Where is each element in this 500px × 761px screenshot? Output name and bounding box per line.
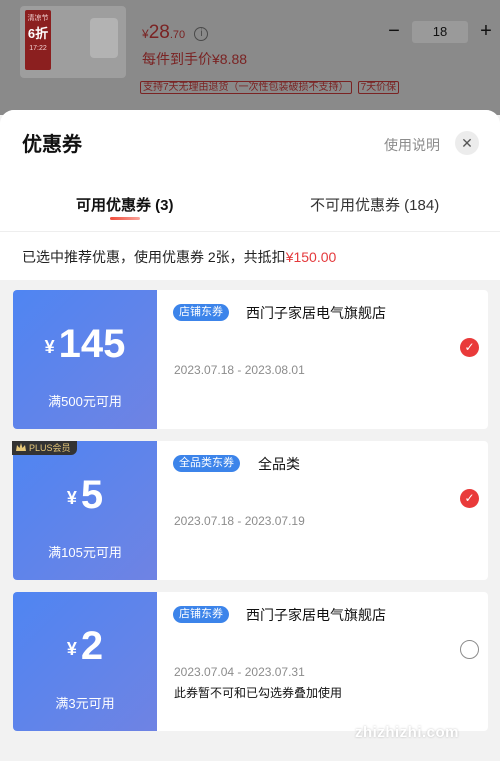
coupon-amount: 145: [58, 322, 126, 366]
info-icon[interactable]: i: [194, 27, 209, 41]
coupon-currency: ¥: [44, 337, 55, 357]
coupon-card[interactable]: ¥5 满105元可用 全品类东券 全品类 2023.07.18 - 2023.0…: [13, 441, 488, 580]
coupon-value: ¥5: [13, 473, 157, 518]
close-button[interactable]: ✕: [455, 131, 479, 155]
socket-image: [90, 18, 118, 58]
coupon-condition: 满105元可用: [48, 545, 122, 560]
summary-text: 已选中推荐优惠，使用优惠券 2张，共抵扣: [22, 249, 286, 265]
promo-tag-discount: 6折: [27, 26, 49, 41]
price-integer: 28: [148, 22, 170, 43]
coupon-value-panel: ¥2 满3元可用: [13, 592, 157, 731]
discount-summary: 已选中推荐优惠，使用优惠券 2张，共抵扣¥150.00: [0, 231, 500, 280]
product-thumbnail[interactable]: 清凉节 6折 17:22: [20, 6, 126, 78]
coupon-validity: 2023.07.18 - 2023.08.01: [174, 363, 305, 377]
watermark: zhizhizhi.com: [355, 682, 495, 741]
coupon-condition: 满500元可用: [48, 394, 122, 409]
unchecked-icon[interactable]: [460, 640, 479, 659]
coupon-amount: 2: [80, 624, 104, 668]
plus-member-label: PLUS会员: [29, 443, 71, 453]
coupon-validity: 2023.07.04 - 2023.07.31: [174, 665, 305, 679]
quantity-stepper: − 18 +: [382, 20, 498, 43]
quantity-input[interactable]: 18: [412, 20, 468, 43]
return-policy-tag: 支持7天无理由退货（一次性包装破损不支持）: [140, 81, 352, 94]
promo-tag: 清凉节 6折 17:22: [25, 10, 51, 70]
decrease-button[interactable]: −: [382, 20, 406, 43]
coupon-currency: ¥: [66, 639, 77, 659]
coupon-conflict-note: 此券暂不可和已勾选券叠加使用: [174, 686, 343, 700]
product-header: 清凉节 6折 17:22 ¥28.70 i 每件到手价¥8.88 支持7天无理由…: [0, 0, 500, 115]
promo-tag-date: 17:22: [29, 45, 47, 52]
tab-unavailable[interactable]: 不可用优惠券 (184): [310, 194, 439, 215]
coupon-value: ¥2: [13, 624, 157, 669]
watermark-logo: [355, 682, 495, 722]
summary-amount: ¥150.00: [285, 249, 337, 265]
tab-available[interactable]: 可用优惠券 (3): [76, 194, 174, 215]
watermark-text: zhizhizhi.com: [355, 724, 459, 741]
coupon-condition: 满3元可用: [55, 696, 115, 711]
checked-icon[interactable]: ✓: [460, 489, 479, 508]
usage-instructions-link[interactable]: 使用说明: [384, 135, 440, 155]
coupon-type-badge: 全品类东券: [173, 455, 240, 472]
coupon-value: ¥145: [13, 322, 157, 367]
coupon-currency: ¥: [66, 488, 77, 508]
coupon-type-badge: 店铺东券: [173, 606, 229, 623]
per-unit-price: 每件到手价¥8.88: [142, 51, 248, 67]
sheet-header: 优惠券 使用说明 ✕ 可用优惠券 (3) 不可用优惠券 (184) 已选中推荐优…: [0, 110, 500, 280]
coupon-amount: 5: [80, 473, 104, 517]
promo-tag-top: 清凉节: [27, 15, 49, 22]
product-price: ¥28.70 i: [142, 22, 209, 44]
policy-tags: 支持7天无理由退货（一次性包装破损不支持） 7天价保: [140, 78, 405, 94]
price-decimal: .70: [169, 29, 186, 41]
coupon-type-badge: 店铺东券: [173, 304, 229, 321]
coupon-card[interactable]: ¥145 满500元可用 店铺东券 西门子家居电气旗舰店 2023.07.18 …: [13, 290, 488, 429]
plus-member-tag: PLUS会员: [12, 441, 77, 455]
price-protect-tag: 7天价保: [357, 81, 400, 94]
coupon-shop-name: 西门子家居电气旗舰店: [246, 305, 386, 321]
coupon-shop-name: 全品类: [258, 456, 300, 472]
sheet-title: 优惠券: [22, 134, 82, 156]
coupon-value-panel: ¥5 满105元可用: [13, 441, 157, 580]
checked-icon[interactable]: ✓: [460, 338, 479, 357]
coupon-validity: 2023.07.18 - 2023.07.19: [174, 514, 305, 528]
price-symbol: ¥: [142, 27, 149, 41]
increase-button[interactable]: +: [474, 20, 498, 43]
active-tab-indicator: [110, 217, 140, 220]
coupon-value-panel: ¥145 满500元可用: [13, 290, 157, 429]
coupon-shop-name: 西门子家居电气旗舰店: [246, 607, 386, 623]
crown-icon: [16, 443, 26, 451]
